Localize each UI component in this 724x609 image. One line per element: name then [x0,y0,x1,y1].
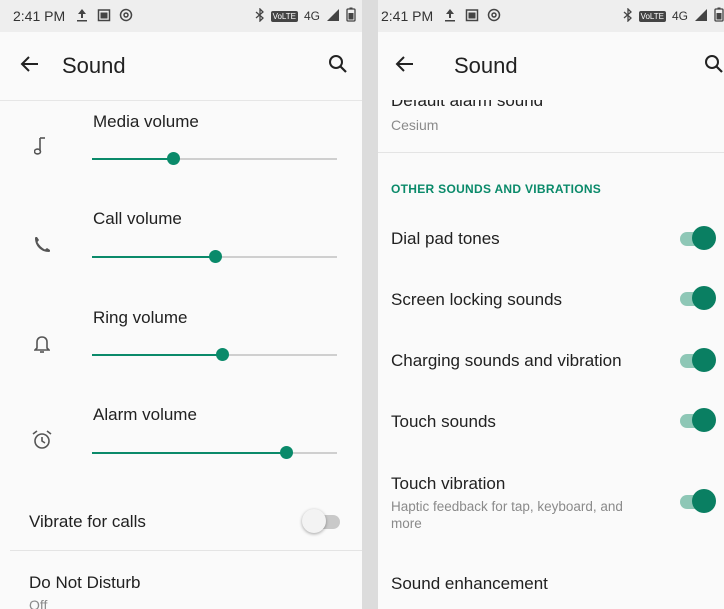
toggle-label: Touch sounds [391,412,496,431]
arrow-back-icon [395,54,415,79]
volte-badge: VoLTE [638,10,666,22]
touch-sounds-row[interactable]: Touch sounds [378,392,724,448]
left-screen: 2:41 PM VoLTE 4G Sound Media volume Call… [0,0,362,609]
status-bar: 2:41 PM VoLTE 4G [0,0,362,32]
upload-icon [443,8,457,25]
bluetooth-icon [623,6,633,25]
slider-label: Call volume [93,209,182,228]
arrow-back-icon [20,54,40,79]
slider-row-media: Media volume [0,100,362,198]
screen-locking-sounds-row[interactable]: Screen locking sounds [378,270,724,326]
battery-icon [714,7,724,25]
battery-icon [346,7,356,25]
dial-pad-tones-row[interactable]: Dial pad tones [378,210,724,266]
slider-thumb[interactable] [208,250,222,263]
page-title: Sound [62,53,126,78]
status-time: 2:41 PM [13,8,66,24]
screen-locking-sounds-switch[interactable] [676,285,716,311]
back-button[interactable] [0,32,60,100]
back-button[interactable] [378,32,432,100]
slider-thumb[interactable] [215,348,229,361]
search-icon [704,54,724,79]
page-title: Sound [454,53,518,78]
volte-badge: VoLTE [270,10,298,22]
slider-thumb[interactable] [166,152,180,165]
sound-enhancement-label: Sound enhancement [391,574,548,593]
dial-pad-tones-switch[interactable] [676,225,716,251]
bluetooth-icon [255,6,265,25]
calendar-icon [465,8,479,25]
divider [378,152,724,153]
signal-icon [694,8,708,25]
do-not-disturb-row[interactable]: Do Not Disturb Off [0,551,362,609]
slider-thumb[interactable] [279,446,293,459]
app-bar: Sound [0,32,362,101]
vibrate-for-calls-row[interactable]: Vibrate for calls [0,494,362,550]
calendar-icon [97,8,111,25]
default-alarm-sound-row[interactable]: Default alarm sound Cesium [378,100,724,152]
status-bar: 2:41 PM VoLTE 4G [378,0,724,32]
slider-row-call: Call volume [0,198,362,296]
toggle-label: Charging sounds and vibration [391,351,622,370]
default-alarm-sound-value: Cesium [391,117,439,133]
touch-vibration-switch[interactable] [676,488,716,514]
call-volume-slider[interactable] [92,250,337,263]
toggle-label: Touch vibration [391,474,506,493]
search-button[interactable] [314,32,362,100]
ring-volume-slider[interactable] [92,348,337,361]
media-volume-slider[interactable] [92,152,337,165]
music-note-icon [33,136,48,161]
network-type: 4G [303,9,320,23]
default-alarm-sound-label: Default alarm sound [391,100,544,110]
search-icon [328,54,348,79]
alarm-clock-icon [31,429,53,456]
touch-sounds-switch[interactable] [676,407,716,433]
toggle-label: Screen locking sounds [391,290,563,309]
slider-label: Ring volume [93,308,188,327]
vibrate-for-calls-label: Vibrate for calls [29,512,146,531]
toggle-label: Dial pad tones [391,229,500,248]
right-screen: 2:41 PM VoLTE 4G Sound Default alarm sou… [378,0,724,609]
charging-sounds-switch[interactable] [676,347,716,373]
search-button[interactable] [688,32,724,100]
at-sign-icon [487,8,501,25]
touch-vibration-summary: Haptic feedback for tap, keyboard, and m… [391,499,623,531]
upload-icon [75,8,89,25]
do-not-disturb-value: Off [29,597,48,609]
slider-label: Media volume [93,112,199,131]
sound-enhancement-row[interactable]: Sound enhancement [378,562,724,609]
slider-row-alarm: Alarm volume [0,394,362,492]
section-header: OTHER SOUNDS AND VIBRATIONS [391,182,602,196]
charging-sounds-row[interactable]: Charging sounds and vibration [378,332,724,388]
do-not-disturb-label: Do Not Disturb [29,573,141,592]
network-type: 4G [671,9,688,23]
alarm-volume-slider[interactable] [92,446,337,459]
status-time: 2:41 PM [381,8,434,24]
slider-row-ring: Ring volume [0,296,362,394]
bell-icon [33,334,51,359]
phone-icon [33,236,51,259]
at-sign-icon [119,8,133,25]
vibrate-for-calls-switch[interactable] [302,508,342,534]
touch-vibration-row[interactable]: Touch vibration Haptic feedback for tap,… [378,462,724,542]
slider-label: Alarm volume [93,405,197,424]
app-bar: Sound [378,32,724,100]
signal-icon [326,8,340,25]
